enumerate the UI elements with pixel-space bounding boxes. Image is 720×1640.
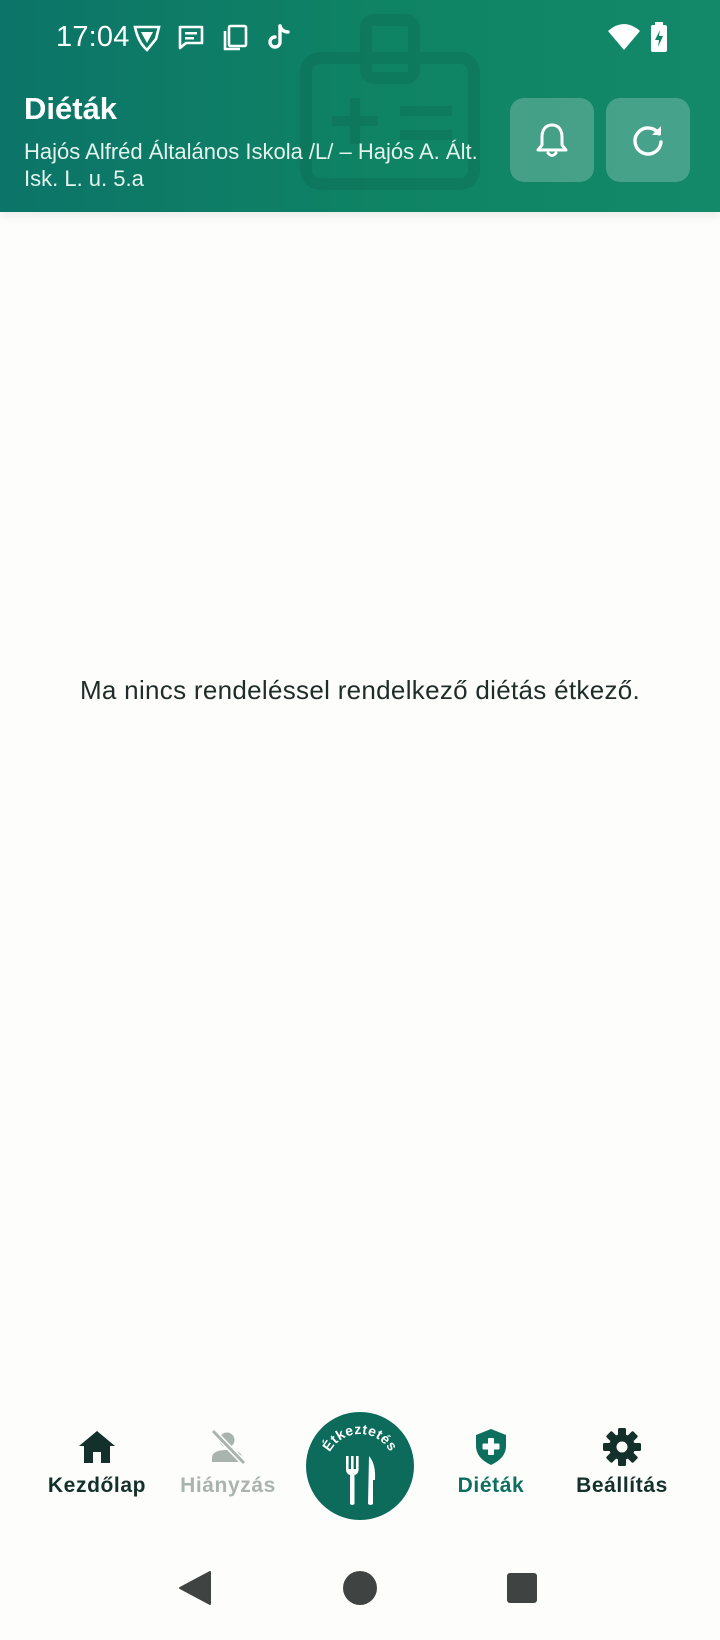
home-circle-icon[interactable] (342, 1570, 378, 1606)
page-title: Diéták (24, 91, 118, 126)
copy-icon (223, 24, 248, 51)
nav-label-home: Kezdőlap (47, 1474, 147, 1497)
meals-label: Étkeztetés (319, 1421, 401, 1454)
nav-item-meals[interactable]: Étkeztetés (306, 1412, 414, 1520)
wifi-icon (608, 24, 640, 50)
notifications-button[interactable] (510, 98, 594, 182)
status-bar: 17:04 (0, 0, 720, 72)
notification-icons (132, 22, 294, 52)
nav-item-absence[interactable]: Hiányzás (163, 1426, 293, 1506)
system-navigation-bar (0, 1540, 720, 1640)
app-header: 17:04 Diéták Hajós Alfréd Általános Isko… (0, 0, 720, 212)
vpn-shield-icon (133, 25, 161, 52)
shield-plus-icon (476, 1429, 506, 1465)
system-status-icons (608, 22, 668, 52)
fork-knife-icon: Étkeztetés (319, 1421, 401, 1505)
back-icon[interactable] (178, 1570, 212, 1606)
gear-icon (603, 1428, 641, 1466)
nav-label-settings: Beállítás (576, 1474, 668, 1497)
battery-charging-icon (651, 22, 667, 52)
status-time: 17:04 (56, 21, 130, 53)
nav-item-home[interactable]: Kezdőlap (32, 1426, 162, 1506)
home-icon (79, 1431, 115, 1463)
tiktok-icon (268, 24, 290, 49)
nav-label-absence: Hiányzás (180, 1474, 276, 1497)
bell-icon (536, 123, 568, 157)
refresh-button[interactable] (606, 98, 690, 182)
nav-item-diets[interactable]: Diéták (426, 1426, 556, 1506)
school-subtitle: Hajós Alfréd Általános Iskola /L/ – Hajó… (24, 139, 478, 191)
refresh-icon (633, 126, 663, 156)
nav-item-settings[interactable]: Beállítás (557, 1426, 687, 1506)
empty-state-message: Ma nincs rendeléssel rendelkező diétás é… (79, 675, 641, 705)
person-off-icon (210, 1428, 247, 1466)
message-icon (178, 25, 204, 50)
recents-icon[interactable] (506, 1572, 538, 1604)
bottom-navigation: Kezdőlap Hiányzás Étkeztetés Diéták Beál… (0, 1386, 720, 1526)
nav-label-diets: Diéták (457, 1474, 525, 1497)
svg-text:Étkeztetés: Étkeztetés (319, 1421, 401, 1454)
